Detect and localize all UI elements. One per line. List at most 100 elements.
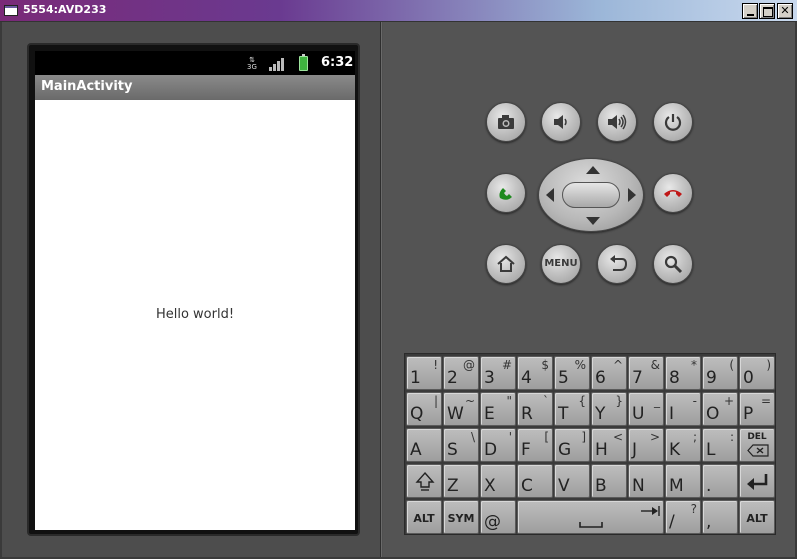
battery-icon	[299, 54, 308, 71]
search-button[interactable]	[653, 244, 693, 284]
key-2[interactable]: 2 @	[443, 356, 479, 390]
call-icon	[499, 188, 512, 200]
tab-icon	[641, 506, 660, 516]
key-u[interactable]: U _	[628, 392, 664, 426]
key-c[interactable]: C	[517, 464, 553, 498]
key-b[interactable]: B	[591, 464, 627, 498]
app-content[interactable]: Hello world!	[35, 100, 355, 530]
volume-up-button[interactable]	[597, 102, 637, 142]
device-panel: ⇅ 3G 6:32 MainActivity Hello world!	[2, 22, 380, 557]
back-button[interactable]	[597, 244, 637, 284]
key-s[interactable]: S \	[443, 428, 479, 462]
controls-panel: MENU 1! 2@ 3# 4$ 5% 6^ 7& 8* 9( 0	[383, 22, 795, 557]
key-p[interactable]: P =	[739, 392, 775, 426]
key-9[interactable]: 9(	[702, 356, 738, 390]
emulator-client-area: ⇅ 3G 6:32 MainActivity Hello world! MENU…	[0, 22, 797, 559]
status-time: 6:32	[321, 55, 354, 70]
window-app-icon	[4, 5, 18, 16]
shift-icon	[415, 471, 435, 491]
key-t[interactable]: T{	[554, 392, 590, 426]
dpad-up-icon[interactable]	[586, 166, 600, 174]
hello-text: Hello world!	[155, 307, 235, 322]
key-at[interactable]: @	[480, 500, 516, 534]
key-i[interactable]: I-	[665, 392, 701, 426]
key-k[interactable]: K;	[665, 428, 701, 462]
search-icon	[664, 255, 683, 274]
call-button[interactable]	[486, 173, 526, 213]
key-shift[interactable]	[406, 464, 442, 498]
key-q[interactable]: Q |	[406, 392, 442, 426]
key-y[interactable]: Y}	[591, 392, 627, 426]
del-label: DEL	[747, 432, 767, 442]
key-m[interactable]: M	[665, 464, 701, 498]
key-z[interactable]: Z	[443, 464, 479, 498]
hardware-keyboard: 1! 2 @ 3 # 4 $ 5% 6 ^ 7 & 8 * 9( 0) Q | W ~ E " R…	[404, 353, 776, 535]
power-icon	[664, 114, 682, 131]
end-call-icon	[664, 190, 682, 197]
data-activity-icon: ⇅ 3G	[247, 56, 257, 71]
key-slash[interactable]: /?	[665, 500, 701, 534]
key-f[interactable]: F[	[517, 428, 553, 462]
window-title: 5554:AVD233	[23, 3, 107, 16]
camera-icon	[498, 115, 514, 129]
volume-up-icon	[608, 114, 627, 130]
app-title-bar: MainActivity	[35, 75, 355, 100]
dpad-center-button[interactable]	[562, 182, 620, 208]
panel-divider	[380, 22, 382, 557]
backspace-icon	[747, 444, 769, 457]
key-sym[interactable]: SYM	[443, 500, 479, 534]
home-icon	[497, 255, 515, 272]
key-e[interactable]: E "	[480, 392, 516, 426]
dpad-down-icon[interactable]	[586, 217, 600, 225]
maximize-button[interactable]	[759, 3, 775, 19]
key-8[interactable]: 8 *	[665, 356, 701, 390]
enter-icon	[747, 474, 768, 490]
key-enter[interactable]	[739, 464, 775, 498]
key-l[interactable]: L:	[702, 428, 738, 462]
end-call-button[interactable]	[653, 173, 693, 213]
key-space[interactable]	[517, 500, 664, 534]
space-icon	[579, 522, 603, 528]
key-g[interactable]: G]	[554, 428, 590, 462]
key-3[interactable]: 3 #	[480, 356, 516, 390]
key-n[interactable]: N	[628, 464, 664, 498]
key-o[interactable]: O +	[702, 392, 738, 426]
close-button[interactable]: ✕	[777, 3, 793, 19]
camera-button[interactable]	[486, 102, 526, 142]
power-button[interactable]	[653, 102, 693, 142]
key-period[interactable]: .	[702, 464, 738, 498]
minimize-button[interactable]	[742, 3, 758, 19]
key-alt-right[interactable]: ALT	[739, 500, 775, 534]
key-j[interactable]: J >	[628, 428, 664, 462]
key-5[interactable]: 5%	[554, 356, 590, 390]
key-r[interactable]: R `	[517, 392, 553, 426]
key-a[interactable]: A	[406, 428, 442, 462]
device-screen: ⇅ 3G 6:32 MainActivity Hello world!	[27, 43, 360, 536]
key-d[interactable]: D '	[480, 428, 516, 462]
key-v[interactable]: V	[554, 464, 590, 498]
window-titlebar[interactable]: 5554:AVD233 ✕	[0, 0, 797, 22]
dpad[interactable]	[538, 158, 644, 232]
key-4[interactable]: 4 $	[517, 356, 553, 390]
key-x[interactable]: X	[480, 464, 516, 498]
signal-strength-icon	[269, 57, 285, 71]
volume-down-icon	[554, 115, 567, 129]
dpad-left-icon[interactable]	[546, 188, 554, 202]
volume-down-button[interactable]	[541, 102, 581, 142]
home-button[interactable]	[486, 244, 526, 284]
app-title: MainActivity	[41, 79, 133, 94]
key-w[interactable]: W ~	[443, 392, 479, 426]
key-del[interactable]: DEL	[739, 428, 775, 462]
key-1[interactable]: 1!	[406, 356, 442, 390]
key-0[interactable]: 0)	[739, 356, 775, 390]
key-7[interactable]: 7 &	[628, 356, 664, 390]
status-bar: ⇅ 3G 6:32	[35, 51, 355, 75]
menu-button[interactable]: MENU	[541, 244, 581, 284]
key-alt-left[interactable]: ALT	[406, 500, 442, 534]
menu-label: MENU	[544, 258, 578, 269]
key-comma[interactable]: ,	[702, 500, 738, 534]
key-6[interactable]: 6 ^	[591, 356, 627, 390]
back-icon	[610, 255, 628, 271]
key-h[interactable]: H <	[591, 428, 627, 462]
dpad-right-icon[interactable]	[628, 188, 636, 202]
